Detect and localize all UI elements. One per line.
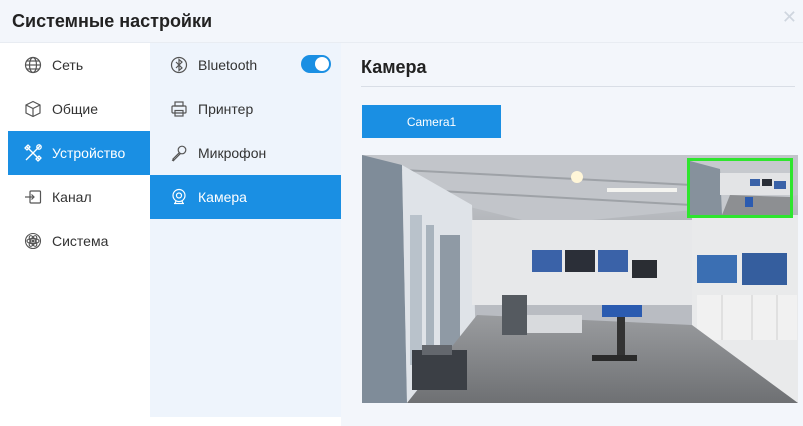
section-title: Камера — [361, 57, 427, 77]
content-panel: Камера Camera1 — [341, 43, 803, 426]
nav-item-printer[interactable]: Принтер — [150, 87, 341, 131]
camera1-button[interactable]: Camera1 — [362, 105, 501, 138]
nav-item-label: Bluetooth — [198, 57, 258, 73]
nav-item-network[interactable]: Сеть — [8, 43, 150, 87]
nav-item-label: Принтер — [198, 101, 254, 117]
nav-item-channel[interactable]: Канал — [8, 175, 150, 219]
nav-item-camera[interactable]: Камера — [150, 175, 341, 219]
nav-item-general[interactable]: Общие — [8, 87, 150, 131]
nav-item-microphone[interactable]: Микрофон — [150, 131, 341, 175]
bluetooth-toggle[interactable] — [301, 55, 331, 73]
pip-scene — [690, 161, 790, 215]
nav-item-device[interactable]: Устройство — [8, 131, 150, 175]
atom-icon — [22, 230, 44, 252]
secondary-nav: Bluetooth Принтер Микрофон Камера — [150, 43, 341, 417]
title-bar: Системные настройки ✕ — [0, 0, 803, 43]
nav-item-label: Сеть — [52, 57, 84, 73]
primary-nav: Сеть Общие Устройство Канал Система — [8, 43, 150, 417]
nav-item-system[interactable]: Система — [8, 219, 150, 263]
microphone-icon — [168, 142, 190, 164]
cube-icon — [22, 98, 44, 120]
nav-item-label: Микрофон — [198, 145, 267, 161]
tools-icon — [22, 142, 44, 164]
nav-item-label: Система — [52, 233, 109, 249]
printer-icon — [168, 98, 190, 120]
camera-preview — [362, 155, 798, 403]
pip-thumbnail[interactable] — [687, 158, 793, 218]
close-icon[interactable]: ✕ — [782, 8, 797, 26]
input-icon — [22, 186, 44, 208]
nav-item-bluetooth[interactable]: Bluetooth — [150, 43, 341, 87]
camera-icon — [168, 186, 190, 208]
nav-item-label: Камера — [198, 189, 247, 205]
globe-icon — [22, 54, 44, 76]
nav-item-label: Устройство — [52, 145, 126, 161]
bluetooth-icon — [168, 54, 190, 76]
nav-item-label: Канал — [52, 189, 92, 205]
nav-item-label: Общие — [52, 101, 99, 117]
divider — [361, 86, 795, 87]
window-title: Системные настройки — [12, 11, 213, 31]
